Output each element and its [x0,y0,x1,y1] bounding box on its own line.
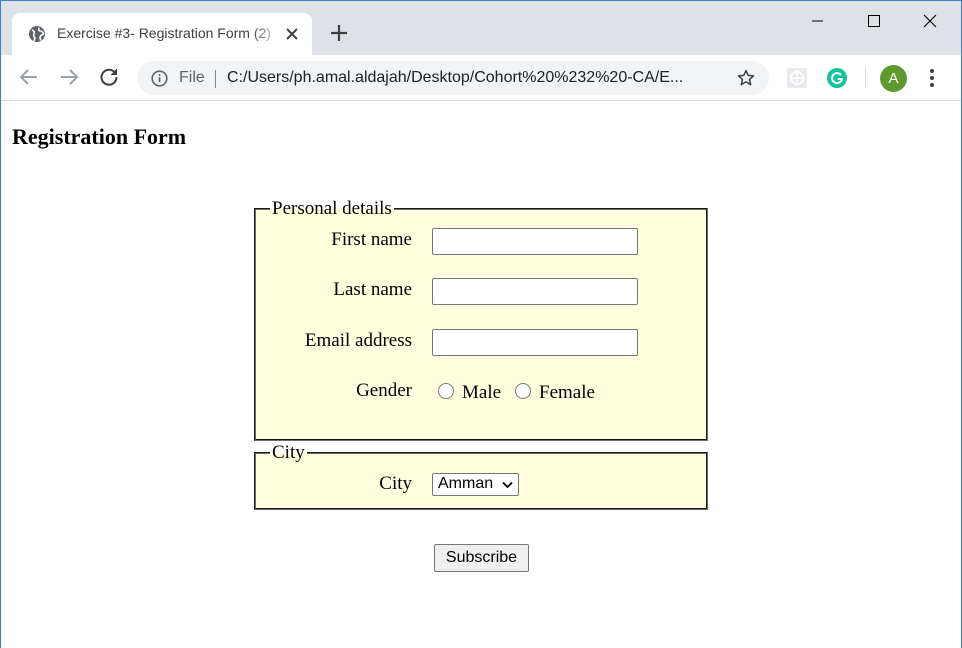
subscribe-button[interactable]: Subscribe [434,544,529,572]
browser-window: Exercise #3- Registration Form (2) File … [0,0,962,648]
minimize-icon [812,20,823,22]
gender-female-label[interactable]: Female [539,382,595,404]
address-bar[interactable]: File C:/Users/ph.amal.aldajah/Desktop/Co… [137,61,769,95]
grammarly-icon[interactable] [826,67,848,89]
forward-arrow-icon[interactable] [58,66,80,88]
gender-female-radio[interactable] [515,383,531,399]
city-select-value: Amman [438,475,494,492]
minimize-button[interactable] [795,9,841,33]
personal-details-legend: Personal details [272,198,392,219]
reload-icon[interactable] [98,66,120,88]
menu-kebab-icon[interactable] [925,67,939,89]
chevron-down-icon [502,481,513,489]
first-name-input[interactable] [432,228,638,255]
maximize-icon [867,14,880,27]
bookmark-star-icon[interactable] [737,69,755,87]
toolbar-separator [865,68,866,88]
gender-male-radio[interactable] [438,383,454,399]
close-tab-icon[interactable] [284,26,300,42]
city-legend: City [272,442,305,463]
city-select[interactable]: Amman [432,473,519,496]
gender-male-label[interactable]: Male [462,382,501,404]
page-title: Registration Form [12,124,187,149]
address-separator [215,70,216,88]
maximize-button[interactable] [851,9,897,33]
tab-title: Exercise #3- Registration Form (2) [57,25,271,41]
last-name-input[interactable] [432,278,638,305]
extension-icon[interactable] [786,67,808,89]
info-icon[interactable] [151,70,168,87]
back-arrow-icon[interactable] [18,66,40,88]
first-name-label: First name [331,229,412,250]
city-label: City [379,473,412,494]
page-content: Registration Form Personal details First… [1,102,961,648]
close-icon [923,14,937,28]
tab-strip: Exercise #3- Registration Form (2) [1,1,961,55]
url-text[interactable]: C:/Users/ph.amal.aldajah/Desktop/Cohort%… [227,69,727,87]
new-tab-icon[interactable] [329,23,349,43]
close-window-button[interactable] [907,9,953,33]
browser-toolbar: File C:/Users/ph.amal.aldajah/Desktop/Co… [1,55,961,101]
gender-label: Gender [356,380,412,401]
profile-avatar[interactable]: A [880,65,907,92]
email-input[interactable] [432,329,638,356]
globe-icon [29,26,45,42]
last-name-label: Last name [333,279,412,300]
scheme-label: File [179,69,205,86]
email-label: Email address [304,330,412,351]
browser-tab[interactable]: Exercise #3- Registration Form (2) [12,13,312,55]
